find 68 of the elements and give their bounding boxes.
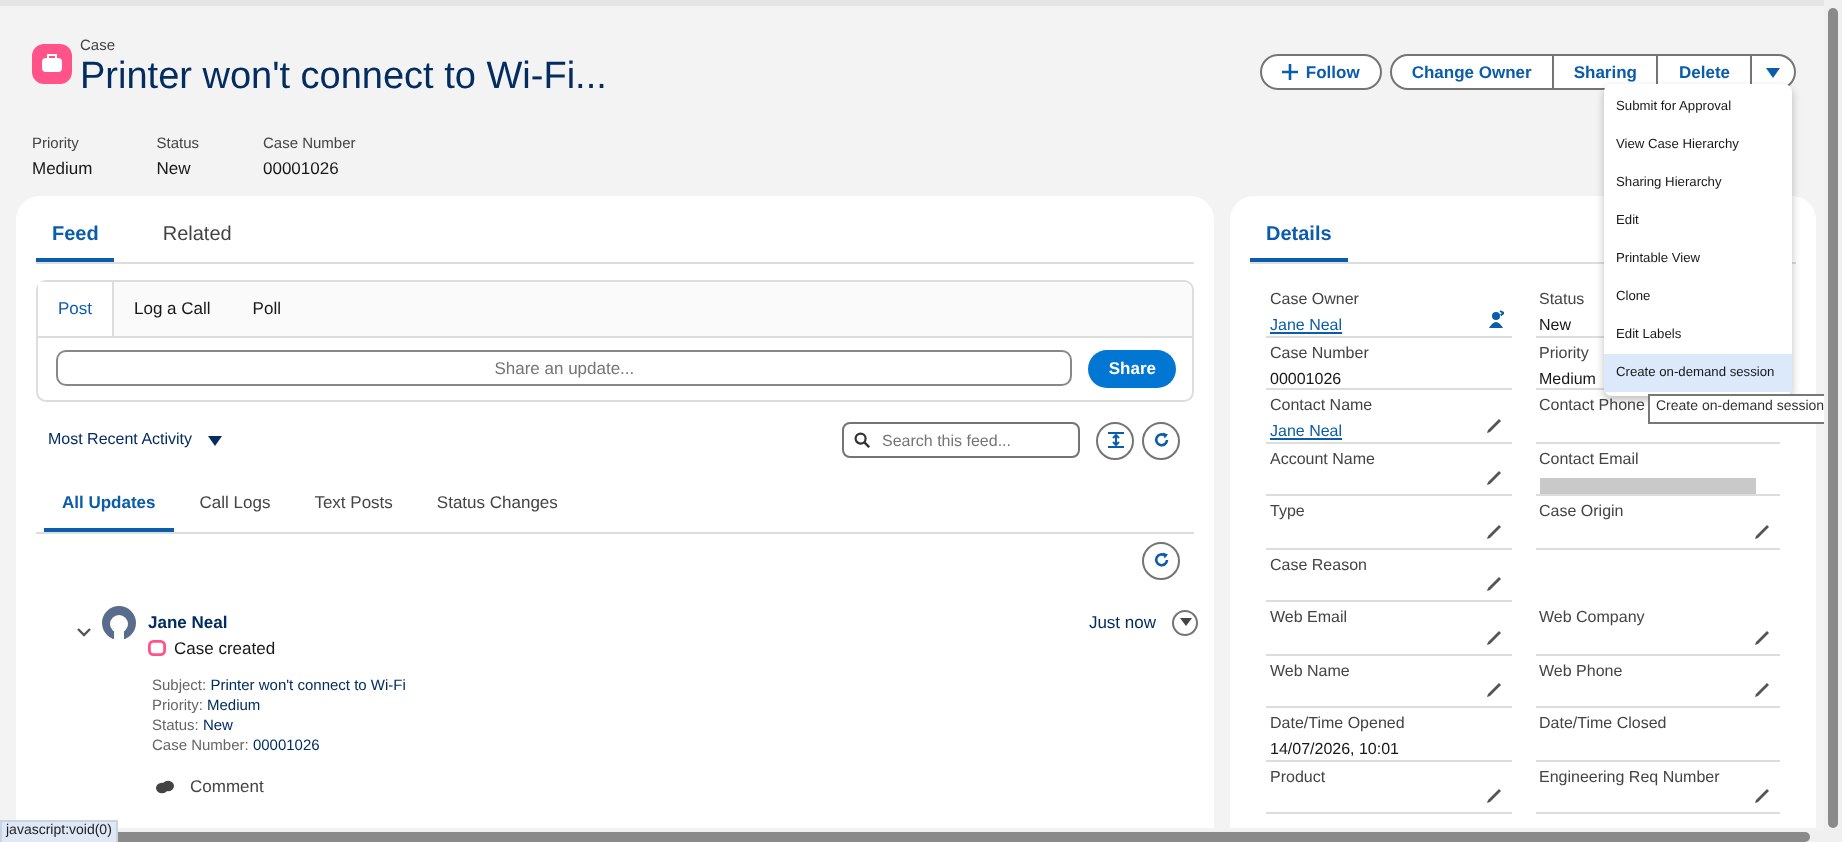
post-time: Just now [1088, 609, 1156, 635]
chevron-icon[interactable] [76, 623, 92, 639]
author-name[interactable]: Jane Neal [148, 609, 228, 635]
follow-button[interactable]: Follow [1259, 54, 1382, 90]
filter-tab[interactable]: Text Posts [296, 477, 411, 531]
activity-text: Case created [174, 635, 276, 661]
field-label: Case Reason [1270, 553, 1367, 575]
refresh-icon [1153, 432, 1169, 449]
update-field[interactable]: Share an update... [56, 350, 1073, 387]
field-label: Case Owner [1270, 288, 1359, 310]
field-value: Medium [1539, 367, 1596, 389]
caret-icon [208, 435, 223, 446]
field-label: Web Email [1270, 606, 1348, 628]
refresh-icon [1153, 552, 1169, 568]
share-button[interactable]: Share [1088, 349, 1176, 388]
caret-icon [1179, 618, 1191, 626]
field-value: New [1539, 314, 1572, 336]
field-value: 00001026 [263, 155, 341, 181]
tab[interactable]: Log a Call [114, 282, 233, 336]
field-value: New [156, 155, 193, 181]
record-link[interactable]: Jane Neal [1270, 314, 1343, 336]
search-field[interactable]: Search this feed... [842, 422, 1080, 459]
field-label: Case Origin [1539, 500, 1624, 522]
field-value: 00001026 [1270, 367, 1342, 389]
tab[interactable]: Post [38, 282, 115, 336]
field-label: Web Company [1539, 606, 1645, 628]
field-label: Priority [1539, 341, 1589, 363]
expand-collapse-icon [1107, 432, 1123, 449]
change-owner-icon[interactable] [1485, 309, 1503, 327]
field-label: Status [1539, 288, 1585, 310]
field-label: Date/Time Opened [1270, 712, 1405, 734]
field-label: Web Name [1270, 659, 1350, 681]
speech-bubbles-icon [156, 780, 174, 795]
field-label: Contact Email [1539, 447, 1639, 469]
caret-icon [1766, 67, 1780, 77]
filter-tab[interactable]: All Updates [44, 477, 174, 531]
field-label: Contact Phone [1539, 394, 1645, 416]
sort-dropdown[interactable]: Most Recent Activity [48, 428, 223, 453]
tab[interactable]: Details [1250, 208, 1348, 262]
search-icon [854, 432, 870, 449]
field-label: Type [1270, 500, 1305, 522]
collapse-toggle-button[interactable] [1096, 421, 1134, 460]
filter-tab[interactable]: Status Changes [418, 477, 576, 531]
record-title: Printer won't connect to Wi-Fi... [80, 56, 607, 101]
case-icon [148, 639, 166, 656]
comment-button[interactable]: Comment [156, 774, 264, 800]
field-label: Account Name [1270, 447, 1375, 469]
field-value: 14/07/2026, 10:01 [1270, 738, 1400, 760]
action-button[interactable]: Change Owner [1389, 54, 1554, 90]
tab[interactable]: Related [146, 208, 248, 262]
tab[interactable]: Poll [232, 282, 303, 336]
record-link[interactable]: Jane Neal [1270, 420, 1343, 442]
field-label: Contact Name [1270, 394, 1373, 416]
item-menu-button[interactable] [1172, 609, 1198, 635]
tab[interactable]: Feed [36, 208, 115, 262]
field-value: Medium [32, 155, 93, 181]
case-icon [32, 44, 72, 84]
plus-icon [1281, 64, 1298, 80]
avatar-icon [102, 605, 136, 639]
field-label: Engineering Req Number [1539, 765, 1720, 787]
refresh-button[interactable] [1142, 421, 1180, 460]
field-label: Date/Time Closed [1539, 712, 1667, 734]
filter-tab[interactable]: Call Logs [181, 477, 289, 531]
refresh-button[interactable] [1142, 541, 1180, 579]
field-label: Web Phone [1539, 659, 1623, 681]
field-label: Case Number [1270, 341, 1369, 363]
action-button[interactable]: Sharing [1553, 54, 1659, 90]
field-label: Product [1270, 765, 1326, 787]
